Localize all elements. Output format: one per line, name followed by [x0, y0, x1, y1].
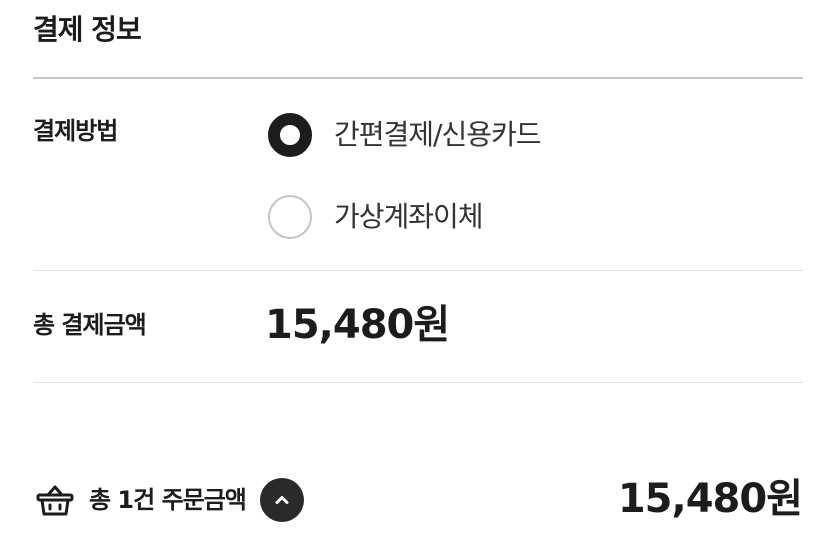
section-title: 결제 정보: [33, 13, 142, 46]
payment-method-card-label: 간편결제/신용카드: [334, 118, 542, 151]
total-payment-label: 총 결제금액: [33, 311, 147, 339]
total-payment-amount: 15,480원: [265, 302, 450, 348]
title-divider: [33, 77, 803, 79]
payment-method-option-card[interactable]: 간편결제/신용카드: [268, 113, 542, 157]
order-summary-toggle[interactable]: 총 1건 주문금액: [33, 478, 304, 522]
order-summary-amount: 15,480원: [617, 476, 803, 522]
row-divider: [33, 382, 803, 383]
payment-method-virtual-account-label: 가상계좌이체: [334, 200, 484, 233]
payment-method-label: 결제방법: [33, 117, 118, 145]
order-summary-label: 총 1건 주문금액: [89, 486, 247, 514]
chevron-up-icon[interactable]: [259, 478, 304, 522]
payment-method-option-virtual-account[interactable]: 가상계좌이체: [268, 195, 484, 239]
basket-icon: [36, 485, 74, 516]
radio-selected-icon[interactable]: [268, 113, 312, 157]
radio-unselected-icon[interactable]: [268, 195, 312, 239]
row-divider: [33, 270, 803, 271]
